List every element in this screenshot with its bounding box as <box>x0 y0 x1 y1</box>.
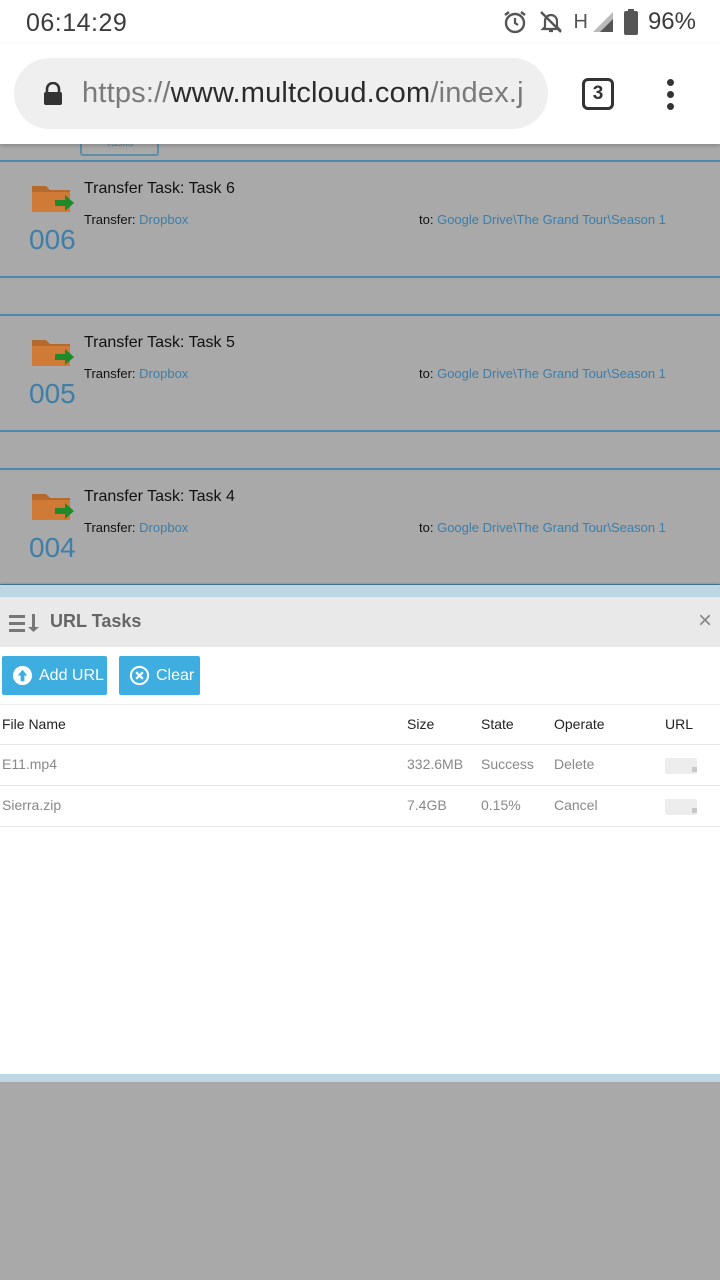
close-icon[interactable]: × <box>698 609 712 633</box>
add-url-label: Add URL <box>39 666 104 684</box>
task-destination: to: Google Drive\The Grand Tour\Season 1 <box>419 212 666 227</box>
clear-button[interactable]: Clear <box>119 656 200 695</box>
file-name-cell: Sierra.zip <box>2 797 62 813</box>
col-operate: Operate <box>554 716 605 732</box>
folder-transfer-icon <box>32 494 74 520</box>
task-card[interactable]: 005 Transfer Task: Task 5 Transfer: Drop… <box>0 314 720 432</box>
signal-icon <box>592 12 613 32</box>
url-copy-icon[interactable] <box>665 758 697 774</box>
task-destination-label: to: <box>419 212 438 227</box>
task-number: 006 <box>29 224 76 255</box>
lock-icon <box>44 82 62 105</box>
task-title: Transfer Task: Task 5 <box>84 334 235 351</box>
task-destination-link[interactable]: Google Drive\The Grand Tour\Season 1 <box>437 212 666 227</box>
state-cell: Success <box>481 756 534 772</box>
url-tasks-panel: URL Tasks × Add URL Clear File Name Size… <box>0 585 720 1082</box>
panel-header: URL Tasks × <box>0 597 720 647</box>
task-destination: to: Google Drive\The Grand Tour\Season 1 <box>419 366 666 381</box>
more-menu-icon[interactable] <box>664 79 676 111</box>
url-scheme: https:// <box>82 77 171 109</box>
task-source-link[interactable]: Dropbox <box>139 212 188 227</box>
tasks-button[interactable]: Tasks <box>80 144 159 156</box>
task-source-label: Transfer: <box>84 366 140 381</box>
bell-off-icon <box>539 11 562 33</box>
task-source-label: Transfer: <box>84 520 140 535</box>
table-row: E11.mp4 332.6MB Success Delete <box>0 745 720 786</box>
sort-list-icon <box>9 614 39 632</box>
battery-percent: 96% <box>647 8 696 35</box>
panel-title: URL Tasks <box>50 611 142 631</box>
size-cell: 332.6MB <box>407 756 464 772</box>
browser-toolbar: https://www.multcloud.com/index.j 3 <box>0 44 720 144</box>
col-size: Size <box>407 716 435 732</box>
state-cell: 0.15% <box>481 797 521 813</box>
network-type: H <box>573 10 588 33</box>
clear-label: Clear <box>156 666 195 684</box>
clear-x-icon <box>129 665 150 686</box>
task-title: Transfer Task: Task 6 <box>84 180 235 197</box>
url-tasks-table: File Name Size State Operate URL E11.mp4… <box>0 704 720 827</box>
alarm-icon <box>503 11 526 34</box>
task-source-link[interactable]: Dropbox <box>139 366 188 381</box>
tab-switcher-button[interactable]: 3 <box>582 78 614 110</box>
task-destination: to: Google Drive\The Grand Tour\Season 1 <box>419 520 666 535</box>
folder-transfer-icon <box>32 186 74 212</box>
task-card[interactable]: 004 Transfer Task: Task 4 Transfer: Drop… <box>0 468 720 586</box>
task-number: 005 <box>29 378 76 409</box>
task-number: 004 <box>29 532 76 563</box>
file-name-cell: E11.mp4 <box>2 756 57 772</box>
table-row: Sierra.zip 7.4GB 0.15% Cancel <box>0 786 720 827</box>
url-text[interactable]: https://www.multcloud.com/index.j <box>82 77 524 110</box>
url-copy-icon[interactable] <box>665 799 697 815</box>
task-card[interactable]: 006 Transfer Task: Task 6 Transfer: Drop… <box>0 160 720 278</box>
upload-icon <box>12 665 33 686</box>
task-destination-label: to: <box>419 520 438 535</box>
task-source: Transfer: Dropbox <box>84 520 188 535</box>
delete-link[interactable]: Delete <box>554 756 594 772</box>
status-time: 06:14:29 <box>26 9 128 37</box>
col-url: URL <box>665 716 694 732</box>
url-path: /index.j <box>430 77 524 109</box>
task-source-label: Transfer: <box>84 212 140 227</box>
task-destination-link[interactable]: Google Drive\The Grand Tour\Season 1 <box>437 366 666 381</box>
size-cell: 7.4GB <box>407 797 447 813</box>
task-destination-link[interactable]: Google Drive\The Grand Tour\Season 1 <box>437 520 666 535</box>
status-bar: 06:14:29 H 96% <box>0 0 720 44</box>
url-host: www.multcloud.com <box>170 77 431 109</box>
task-source: Transfer: Dropbox <box>84 366 188 381</box>
task-source-link[interactable]: Dropbox <box>139 520 188 535</box>
col-file-name: File Name <box>2 716 66 732</box>
table-header-row: File Name Size State Operate URL <box>0 704 720 745</box>
task-title: Transfer Task: Task 4 <box>84 488 235 505</box>
address-bar[interactable]: https://www.multcloud.com/index.j <box>14 58 548 129</box>
task-destination-label: to: <box>419 366 438 381</box>
task-source: Transfer: Dropbox <box>84 212 188 227</box>
add-url-button[interactable]: Add URL <box>2 656 107 695</box>
col-state: State <box>481 716 514 732</box>
status-icons: H 96% <box>502 8 696 36</box>
folder-transfer-icon <box>32 340 74 366</box>
battery-icon <box>623 9 638 35</box>
cancel-link[interactable]: Cancel <box>554 797 598 813</box>
